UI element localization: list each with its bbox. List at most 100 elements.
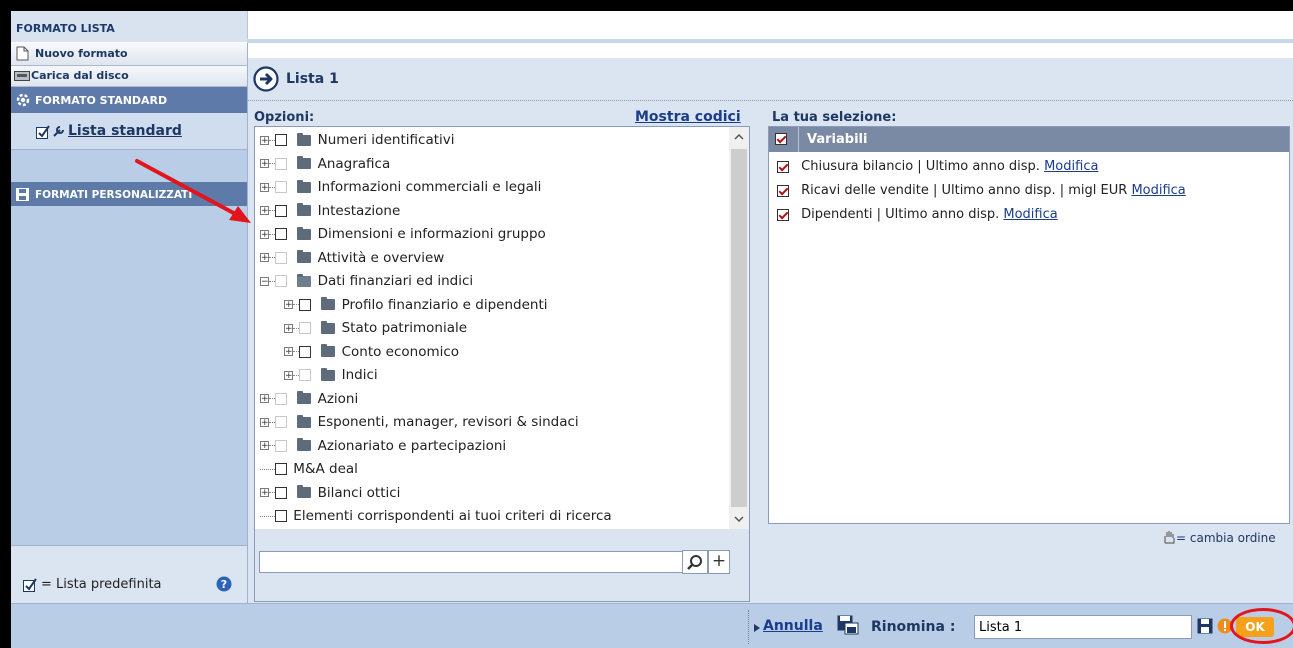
tree-checkbox[interactable] bbox=[275, 157, 287, 170]
sidebar: Nuovo formato Carica dal disco FORMATO S… bbox=[11, 43, 248, 604]
load-disk-button[interactable]: Carica dal disco bbox=[11, 66, 247, 87]
tree-checkbox[interactable] bbox=[299, 298, 311, 311]
standard-list-link[interactable]: Lista standard bbox=[68, 123, 182, 139]
tree-checkbox[interactable] bbox=[275, 416, 287, 428]
tree-item[interactable]: + Attività e overview bbox=[260, 247, 444, 269]
modify-link[interactable]: Modifica bbox=[1044, 159, 1098, 174]
tree-item[interactable]: + Conto economico bbox=[284, 341, 459, 363]
bottom-bar: Annulla Rinomina : OK bbox=[11, 603, 1293, 648]
tree-checkbox[interactable] bbox=[275, 251, 287, 264]
add-button[interactable]: + bbox=[708, 550, 730, 574]
play-arrow-icon bbox=[754, 624, 760, 632]
new-format-label: Nuovo formato bbox=[35, 47, 128, 60]
tree-checkbox[interactable] bbox=[299, 369, 311, 381]
dialog-window: FORMATO LISTA Nuovo formato Carica dal d… bbox=[11, 11, 1293, 648]
expand-toggle-icon[interactable]: + bbox=[260, 417, 269, 427]
scroll-up-icon[interactable] bbox=[734, 133, 744, 141]
tree-item[interactable]: Elementi corrispondenti ai tuoi criteri … bbox=[260, 505, 612, 527]
standard-format-label: FORMATO STANDARD bbox=[35, 94, 168, 107]
tree-item-label: Bilanci ottici bbox=[317, 484, 401, 501]
tree-item[interactable]: + Azionariato e partecipazioni bbox=[260, 435, 506, 457]
selection-checkbox[interactable] bbox=[777, 208, 789, 221]
list-title: Lista 1 bbox=[286, 71, 339, 87]
rename-input[interactable] bbox=[974, 615, 1192, 639]
tree-checkbox[interactable] bbox=[275, 181, 287, 193]
tree-item-label: Numeri identificativi bbox=[317, 132, 455, 148]
selection-checkbox[interactable] bbox=[777, 160, 789, 173]
select-all-checkbox[interactable] bbox=[775, 133, 787, 145]
tree-checkbox[interactable] bbox=[275, 463, 287, 475]
selection-box: Variabili Chiusura bilancio | Ultimo ann… bbox=[768, 126, 1290, 524]
expand-toggle-icon[interactable]: + bbox=[284, 347, 293, 357]
selection-item[interactable]: Ricavi delle vendite | Ultimo anno disp.… bbox=[777, 180, 1186, 202]
tree-checkbox[interactable] bbox=[299, 322, 311, 334]
tree-item[interactable]: + Indici bbox=[284, 364, 378, 386]
tree-item[interactable]: − Dati finanziari ed indici bbox=[260, 270, 473, 292]
options-tree: + Numeri identificativi + Anagrafica + Inf… bbox=[254, 126, 750, 602]
folder-icon bbox=[297, 414, 312, 428]
tree-item[interactable]: M&A deal bbox=[260, 458, 358, 480]
expand-toggle-icon[interactable]: − bbox=[260, 276, 269, 286]
tree-item[interactable]: + Stato patrimoniale bbox=[284, 317, 467, 339]
variables-header: Variabili bbox=[807, 132, 868, 147]
show-codes-link[interactable]: Mostra codici bbox=[635, 109, 741, 125]
load-disk-label: Carica dal disco bbox=[31, 69, 129, 82]
tree-checkbox[interactable] bbox=[275, 134, 287, 146]
selection-item[interactable]: Dipendenti | Ultimo anno disp. Modifica bbox=[777, 204, 1058, 226]
modify-link[interactable]: Modifica bbox=[1003, 207, 1057, 222]
tree-item[interactable]: + Anagrafica bbox=[260, 153, 390, 175]
header-divider bbox=[798, 127, 799, 152]
tree-item[interactable]: + Esponenti, manager, revisori & sindaci bbox=[260, 411, 579, 433]
expand-toggle-icon[interactable]: + bbox=[260, 441, 269, 451]
title-strip bbox=[247, 39, 1293, 43]
standard-format-header[interactable]: FORMATO STANDARD bbox=[11, 87, 247, 113]
tree-item[interactable]: + Dimensioni e informazioni gruppo bbox=[260, 223, 546, 245]
tree-checkbox[interactable] bbox=[299, 345, 311, 358]
tree-checkbox[interactable] bbox=[275, 204, 287, 217]
modify-link[interactable]: Modifica bbox=[1131, 183, 1185, 198]
folder-icon bbox=[297, 250, 312, 263]
expand-toggle-icon[interactable]: + bbox=[284, 370, 293, 380]
tree-item-label: Dati finanziari ed indici bbox=[317, 273, 474, 289]
expand-toggle-icon[interactable]: + bbox=[284, 300, 293, 310]
tree-checkbox[interactable] bbox=[275, 510, 287, 522]
expand-toggle-icon[interactable]: + bbox=[260, 135, 269, 145]
tree-item-label: Esponenti, manager, revisori & sindaci bbox=[317, 414, 579, 430]
tree-item-label: Indici bbox=[341, 367, 378, 383]
tree-checkbox[interactable] bbox=[275, 392, 287, 405]
scroll-down-icon[interactable] bbox=[734, 515, 744, 523]
tree-scrollbar[interactable] bbox=[729, 127, 749, 529]
scrollbar-thumb[interactable] bbox=[731, 149, 747, 507]
expand-toggle-icon[interactable]: + bbox=[260, 394, 269, 404]
expand-toggle-icon[interactable]: + bbox=[260, 488, 269, 498]
help-icon[interactable]: ? bbox=[216, 576, 232, 592]
tree-item[interactable]: + Intestazione bbox=[260, 200, 400, 222]
folder-icon bbox=[297, 485, 312, 498]
tree-item[interactable]: + Informazioni commerciali e legali bbox=[260, 176, 541, 198]
options-label: Opzioni: bbox=[254, 110, 315, 125]
expand-toggle-icon[interactable]: + bbox=[260, 253, 269, 263]
hand-icon bbox=[1164, 531, 1175, 544]
save-icon[interactable] bbox=[1197, 618, 1213, 634]
disk-icon bbox=[14, 71, 30, 81]
tree-item[interactable]: + Azioni bbox=[260, 388, 358, 410]
folder-icon bbox=[297, 132, 312, 146]
new-format-button[interactable]: Nuovo formato bbox=[11, 43, 247, 66]
selection-item[interactable]: Chiusura bilancio | Ultimo anno disp. Mo… bbox=[777, 156, 1098, 178]
tree-item[interactable]: + Numeri identificativi bbox=[260, 129, 455, 151]
search-button[interactable] bbox=[682, 550, 708, 574]
folder-icon bbox=[321, 297, 336, 310]
expand-toggle-icon[interactable]: + bbox=[284, 323, 293, 333]
tree-item[interactable]: + Bilanci ottici bbox=[260, 482, 400, 504]
selection-checkbox[interactable] bbox=[777, 184, 789, 197]
tree-checkbox[interactable] bbox=[275, 228, 287, 240]
tree-item[interactable]: + Profilo finanziario e dipendenti bbox=[284, 294, 548, 316]
search-input[interactable] bbox=[259, 551, 683, 573]
red-arrow-annotation bbox=[135, 159, 251, 223]
tree-checkbox[interactable] bbox=[275, 486, 287, 499]
save-as-icon[interactable] bbox=[837, 615, 859, 635]
tree-checkbox[interactable] bbox=[275, 275, 287, 287]
cancel-link[interactable]: Annulla bbox=[763, 618, 823, 634]
tree-item-label: Stato patrimoniale bbox=[341, 320, 468, 336]
tree-checkbox[interactable] bbox=[275, 439, 287, 452]
